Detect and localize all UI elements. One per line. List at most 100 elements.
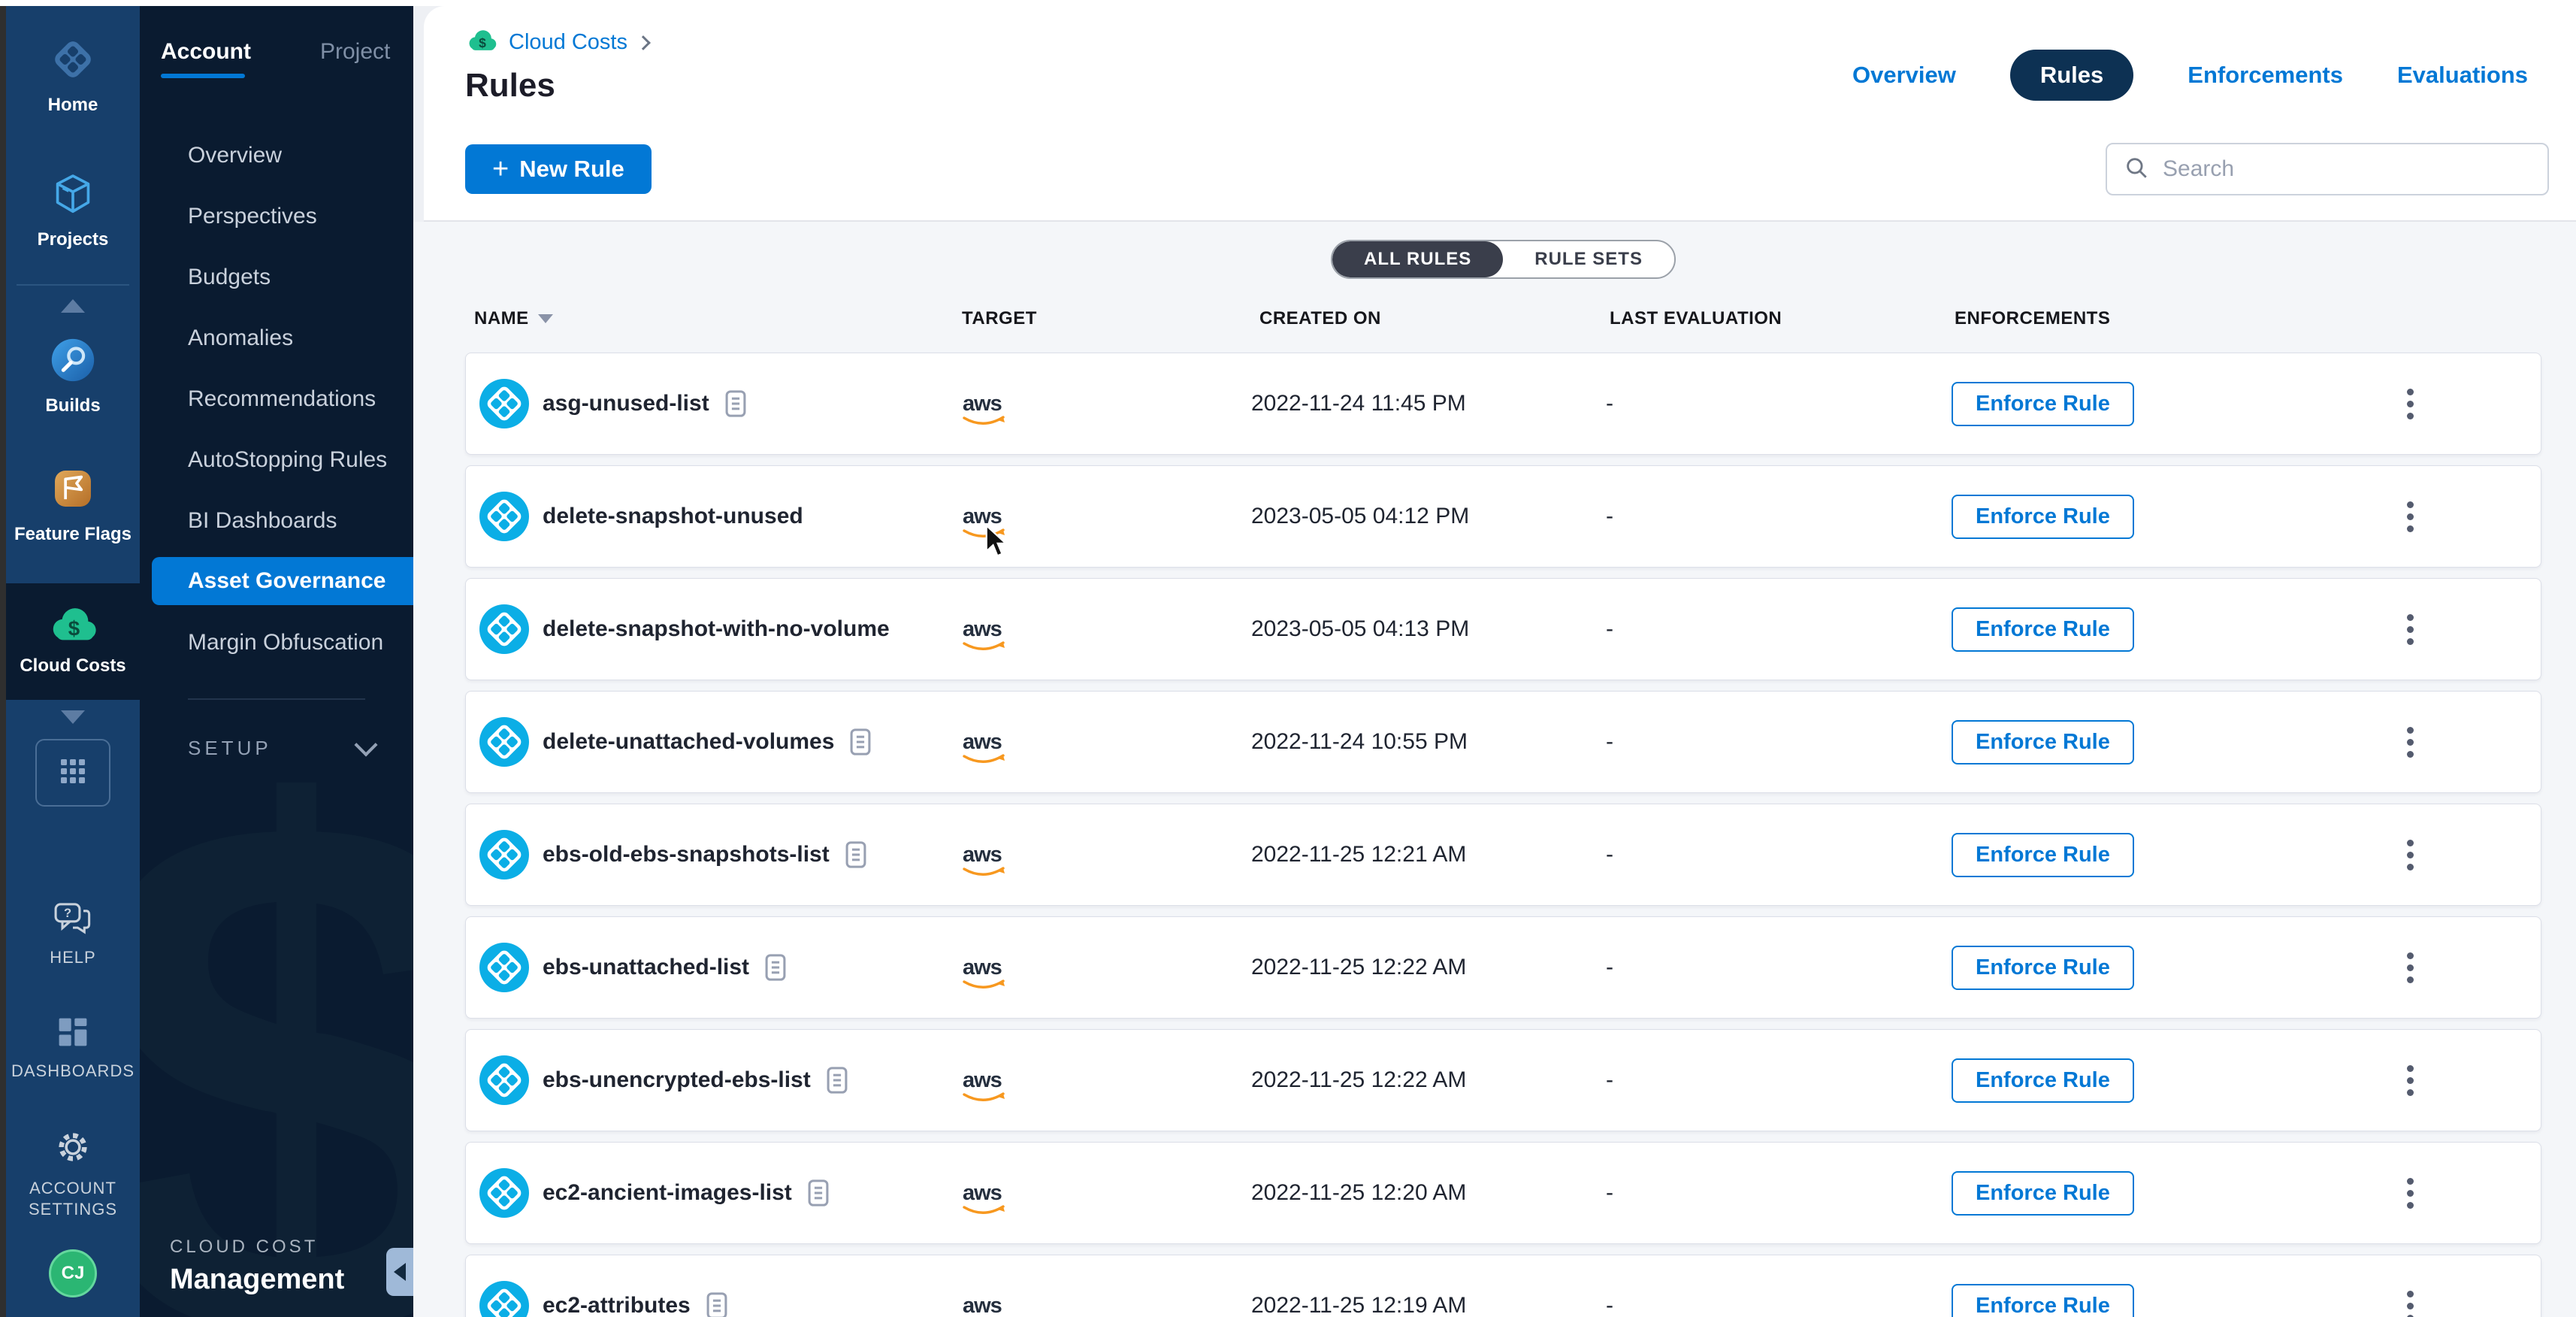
top-strip <box>0 0 2576 6</box>
row-menu-icon[interactable] <box>2393 727 2426 758</box>
sidebar-item-help[interactable]: ? HELP <box>6 897 140 973</box>
tab-rules[interactable]: Rules <box>2010 50 2133 101</box>
table-row[interactable]: ebs-unattached-list aws 2022-11-25 12:22… <box>465 916 2541 1019</box>
row-menu-icon[interactable] <box>2393 952 2426 983</box>
svg-text:?: ? <box>64 906 71 920</box>
tab-evaluations[interactable]: Evaluations <box>2397 62 2528 89</box>
new-rule-button[interactable]: + New Rule <box>465 144 652 194</box>
toggle-all-rules[interactable]: ALL RULES <box>1332 241 1503 277</box>
enforce-rule-button[interactable]: Enforce Rule <box>1952 1284 2134 1317</box>
dashboards-label: DASHBOARDS <box>11 1061 135 1082</box>
nav-item-budgets[interactable]: Budgets <box>140 247 413 307</box>
enforce-rule-button[interactable]: Enforce Rule <box>1952 720 2134 764</box>
last-evaluation: - <box>1601 729 1946 755</box>
table-row[interactable]: asg-unused-list aws 2022-11-24 11:45 PM … <box>465 353 2541 455</box>
rule-name: delete-snapshot-unused <box>543 504 803 529</box>
collapse-sidebar-button[interactable] <box>386 1248 413 1296</box>
enforce-rule-button[interactable]: Enforce Rule <box>1952 833 2134 877</box>
enforce-rule-button[interactable]: Enforce Rule <box>1952 1171 2134 1216</box>
table-row[interactable]: delete-snapshot-unused aws 2023-05-05 04… <box>465 465 2541 568</box>
copy-icon[interactable] <box>763 952 788 983</box>
copy-icon[interactable] <box>806 1177 831 1209</box>
nav-item-recommendations[interactable]: Recommendations <box>140 368 413 429</box>
sidebar-item-feature-flags[interactable]: Feature Flags <box>6 458 140 553</box>
table-row[interactable]: ec2-attributes aws 2022-11-25 12:19 AM -… <box>465 1255 2541 1317</box>
sidebar-item-account-settings[interactable]: ACCOUNT SETTINGS <box>6 1123 140 1224</box>
aws-logo-icon: aws <box>963 392 1017 416</box>
enforce-rule-button[interactable]: Enforce Rule <box>1952 382 2134 426</box>
search-input[interactable] <box>2161 156 2531 183</box>
table-row[interactable]: delete-unattached-volumes aws 2022-11-24… <box>465 691 2541 793</box>
table-row[interactable]: ebs-old-ebs-snapshots-list aws 2022-11-2… <box>465 804 2541 906</box>
scope-tab-project[interactable]: Project <box>320 39 390 78</box>
tab-overview[interactable]: Overview <box>1852 62 1956 89</box>
column-header-name[interactable]: NAME <box>474 308 962 329</box>
breadcrumb-link-cloud-costs[interactable]: Cloud Costs <box>509 30 627 55</box>
module-rail: Home Projects Builds Feature Fl <box>6 6 140 1317</box>
user-avatar[interactable]: CJ <box>49 1249 97 1297</box>
last-evaluation: - <box>1601 842 1946 867</box>
sidebar-item-builds[interactable]: Builds <box>6 329 140 425</box>
module-picker-button[interactable] <box>35 739 110 807</box>
nav-list: Overview Perspectives Budgets Anomalies … <box>140 125 413 673</box>
row-menu-icon[interactable] <box>2393 1291 2426 1317</box>
copy-icon[interactable] <box>723 388 748 419</box>
rules-list: asg-unused-list aws 2022-11-24 11:45 PM … <box>465 353 2541 1317</box>
table-row[interactable]: delete-snapshot-with-no-volume aws 2023-… <box>465 578 2541 680</box>
aws-logo-icon: aws <box>963 1068 1017 1093</box>
rule-name: ec2-attributes <box>543 1293 691 1317</box>
projects-label: Projects <box>38 229 109 251</box>
copy-icon[interactable] <box>843 839 869 870</box>
sidebar-item-dashboards[interactable]: DASHBOARDS <box>6 1010 140 1086</box>
tab-enforcements[interactable]: Enforcements <box>2187 62 2343 89</box>
row-menu-icon[interactable] <box>2393 389 2426 419</box>
scroll-up-icon[interactable] <box>61 299 85 313</box>
sidebar-item-home[interactable]: Home <box>6 29 140 124</box>
nav-item-autostopping-rules[interactable]: AutoStopping Rules <box>140 429 413 490</box>
page-header: $ Cloud Costs Rules Overview Rules Enfor… <box>424 6 2576 222</box>
nav-item-bi-dashboards[interactable]: BI Dashboards <box>140 490 413 551</box>
breadcrumb-chevron-icon <box>636 35 651 50</box>
collapse-arrow-icon <box>394 1263 406 1281</box>
gear-icon <box>53 1128 92 1170</box>
cloud-costs-label: Cloud Costs <box>20 655 125 677</box>
table-row[interactable]: ebs-unencrypted-ebs-list aws 2022-11-25 … <box>465 1029 2541 1131</box>
row-menu-icon[interactable] <box>2393 1178 2426 1209</box>
row-menu-icon[interactable] <box>2393 501 2426 532</box>
toolbar: + New Rule <box>465 143 2549 195</box>
toggle-rule-sets[interactable]: RULE SETS <box>1503 241 1674 277</box>
created-on: 2022-11-25 12:19 AM <box>1251 1293 1601 1317</box>
scope-tab-account[interactable]: Account <box>161 39 251 78</box>
row-menu-icon[interactable] <box>2393 614 2426 645</box>
nav-item-overview[interactable]: Overview <box>140 125 413 186</box>
enforce-rule-button[interactable]: Enforce Rule <box>1952 1058 2134 1103</box>
plus-icon: + <box>492 155 509 183</box>
rule-harness-icon <box>479 1281 529 1317</box>
aws-logo-icon: aws <box>963 955 1017 980</box>
row-menu-icon[interactable] <box>2393 840 2426 870</box>
enforce-rule-button[interactable]: Enforce Rule <box>1952 495 2134 539</box>
aws-logo-icon: aws <box>963 843 1017 867</box>
nav-item-asset-governance[interactable]: Asset Governance <box>152 557 413 605</box>
footer-title: Management <box>170 1264 344 1296</box>
builds-icon <box>50 337 96 387</box>
nav-item-perspectives[interactable]: Perspectives <box>140 186 413 247</box>
copy-icon[interactable] <box>848 726 873 758</box>
search-box[interactable] <box>2106 143 2549 195</box>
rule-name: ebs-unattached-list <box>543 955 749 980</box>
sidebar-item-cloud-costs[interactable]: $ Cloud Costs <box>6 583 140 700</box>
enforce-rule-button[interactable]: Enforce Rule <box>1952 946 2134 990</box>
copy-icon[interactable] <box>824 1064 850 1096</box>
created-on: 2022-11-25 12:22 AM <box>1251 1067 1601 1093</box>
scroll-down-icon[interactable] <box>61 710 85 724</box>
enforce-rule-button[interactable]: Enforce Rule <box>1952 607 2134 652</box>
row-menu-icon[interactable] <box>2393 1065 2426 1096</box>
sidebar-item-projects[interactable]: Projects <box>6 163 140 259</box>
table-row[interactable]: ec2-ancient-images-list aws 2022-11-25 1… <box>465 1142 2541 1244</box>
breadcrumb: $ Cloud Costs <box>424 6 2576 56</box>
rule-harness-icon <box>479 604 529 654</box>
last-evaluation: - <box>1601 616 1946 642</box>
nav-item-anomalies[interactable]: Anomalies <box>140 307 413 368</box>
column-header-target: TARGET <box>962 308 1259 329</box>
copy-icon[interactable] <box>704 1290 730 1317</box>
